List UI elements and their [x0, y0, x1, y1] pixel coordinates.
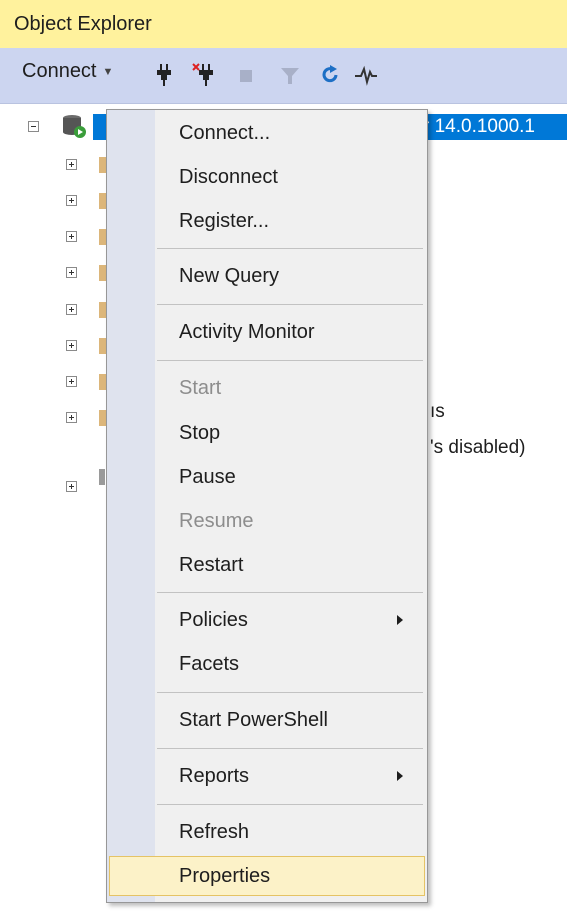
menu-item-new-query[interactable]: New Query: [109, 256, 425, 296]
disconnect-plug-icon[interactable]: [192, 62, 216, 88]
menu-item-label: Activity Monitor: [179, 321, 315, 343]
menu-item-label: Start PowerShell: [179, 709, 328, 731]
expand-icon[interactable]: [66, 195, 77, 206]
menu-item-label: Policies: [179, 609, 248, 631]
expand-icon[interactable]: [66, 267, 77, 278]
menu-item-label: Refresh: [179, 821, 250, 843]
menu-separator: [157, 360, 423, 361]
menu-item-disconnect[interactable]: Disconnect: [109, 157, 425, 197]
menu-item-policies[interactable]: Policies: [109, 600, 425, 640]
connect-label: Connect: [22, 60, 97, 82]
menu-separator: [157, 804, 423, 805]
menu-item-properties[interactable]: Properties: [109, 856, 425, 896]
menu-item-label: Start: [179, 377, 222, 399]
menu-item-resume: Resume: [109, 501, 425, 541]
server-context-menu: Connect... Disconnect Register... New Qu…: [106, 109, 428, 903]
menu-separator: [157, 748, 423, 749]
menu-item-refresh[interactable]: Refresh: [109, 812, 425, 852]
expand-icon[interactable]: [66, 159, 77, 170]
menu-item-start-powershell[interactable]: Start PowerShell: [109, 700, 425, 740]
server-icon: [63, 115, 86, 138]
object-explorer-title: Object Explorer: [0, 0, 567, 48]
menu-separator: [157, 692, 423, 693]
collapse-icon[interactable]: [28, 121, 39, 132]
activity-monitor-icon[interactable]: [354, 62, 378, 88]
chevron-down-icon: ▼: [102, 65, 114, 78]
menu-item-label: Stop: [179, 422, 221, 444]
menu-item-pause[interactable]: Pause: [109, 457, 425, 497]
menu-item-activity-monitor[interactable]: Activity Monitor: [109, 312, 425, 352]
menu-item-label: Disconnect: [179, 166, 278, 188]
menu-item-label: Pause: [179, 466, 236, 488]
menu-item-restart[interactable]: Restart: [109, 545, 425, 585]
menu-item-label: Resume: [179, 510, 254, 532]
filter-icon[interactable]: [278, 62, 302, 88]
submenu-arrow-icon: [397, 771, 403, 781]
menu-separator: [157, 248, 423, 249]
refresh-icon[interactable]: [318, 62, 342, 88]
connect-dropdown-button[interactable]: Connect ▼: [22, 60, 113, 83]
menu-separator: [157, 592, 423, 593]
expand-icon[interactable]: [66, 376, 77, 387]
expand-icon[interactable]: [66, 231, 77, 242]
server-node-label: r 14.0.1000.1: [423, 116, 535, 137]
menu-item-label: Reports: [179, 765, 250, 787]
expand-icon[interactable]: [66, 481, 77, 492]
stop-icon[interactable]: [234, 62, 258, 88]
menu-item-stop[interactable]: Stop: [109, 413, 425, 453]
menu-item-register[interactable]: Register...: [109, 201, 425, 241]
menu-item-start: Start: [109, 368, 425, 408]
menu-item-label: Restart: [179, 554, 244, 576]
object-explorer-toolbar: Connect ▼: [0, 48, 567, 103]
expand-icon[interactable]: [66, 340, 77, 351]
menu-item-reports[interactable]: Reports: [109, 756, 425, 796]
menu-item-label: Facets: [179, 653, 240, 675]
submenu-arrow-icon: [397, 615, 403, 625]
tree-node-label-partial: ıs: [430, 401, 445, 422]
agent-icon: [99, 469, 105, 485]
menu-item-label: Register...: [179, 210, 270, 232]
menu-item-label: New Query: [179, 265, 280, 287]
connect-plug-icon[interactable]: [152, 62, 176, 88]
expand-icon[interactable]: [66, 304, 77, 315]
menu-separator: [157, 304, 423, 305]
menu-item-label: Connect...: [179, 122, 271, 144]
menu-item-facets[interactable]: Facets: [109, 644, 425, 684]
expand-icon[interactable]: [66, 412, 77, 423]
tree-node-label-partial: 's disabled): [430, 437, 526, 458]
menu-item-connect[interactable]: Connect...: [109, 113, 425, 153]
menu-item-label: Properties: [179, 865, 271, 887]
